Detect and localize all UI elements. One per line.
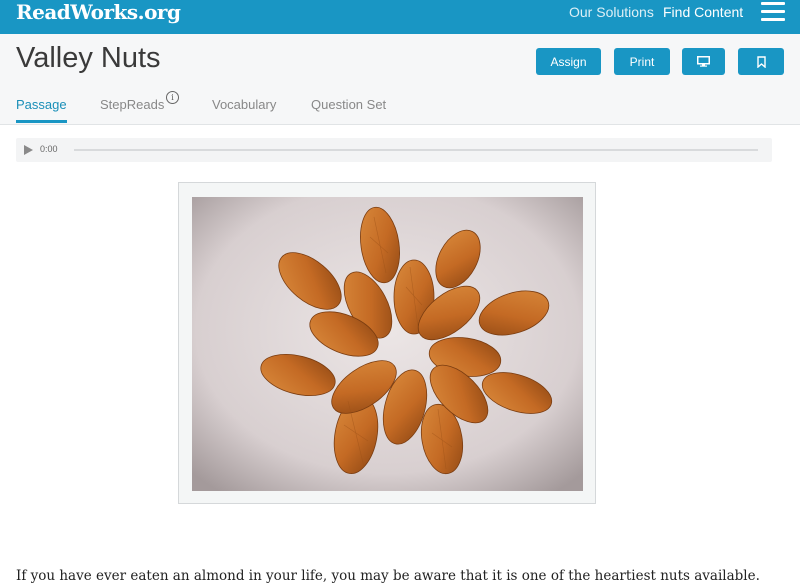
play-icon[interactable] <box>24 145 33 155</box>
top-nav-bar: ReadWorks.org Our Solutions Find Content <box>0 0 800 34</box>
assign-button[interactable]: Assign <box>536 48 601 75</box>
nav-our-solutions[interactable]: Our Solutions <box>569 4 654 20</box>
bookmark-icon <box>756 55 766 68</box>
almonds-photo <box>192 197 583 491</box>
audio-player: 0:00 <box>16 138 772 162</box>
passage-text: If you have ever eaten an almond in your… <box>16 568 760 584</box>
passage-image-frame <box>178 182 596 504</box>
monitor-icon <box>697 56 710 67</box>
article-header: Valley Nuts Assign Print Passage StepRea… <box>0 34 800 125</box>
readworks-logo[interactable]: ReadWorks.org <box>16 0 181 24</box>
present-button[interactable] <box>682 48 725 75</box>
tab-stepreads[interactable]: StepReads <box>100 97 164 112</box>
page-title: Valley Nuts <box>16 42 161 74</box>
bookmark-button[interactable] <box>738 48 784 75</box>
nav-find-content[interactable]: Find Content <box>663 4 743 20</box>
tab-vocabulary[interactable]: Vocabulary <box>212 97 276 112</box>
hamburger-menu-icon[interactable] <box>761 2 785 22</box>
print-button[interactable]: Print <box>614 48 670 75</box>
audio-time: 0:00 <box>40 144 58 154</box>
info-icon[interactable]: i <box>166 91 179 104</box>
tab-question-set[interactable]: Question Set <box>311 97 386 112</box>
active-tab-indicator <box>16 120 67 123</box>
audio-progress-track[interactable] <box>74 149 758 151</box>
tab-passage[interactable]: Passage <box>16 97 67 112</box>
